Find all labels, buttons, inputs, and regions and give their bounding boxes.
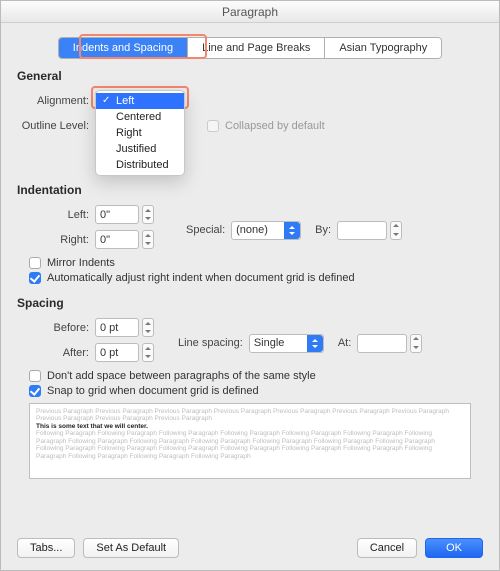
section-indentation-heading: Indentation [17, 183, 483, 197]
at-stepper[interactable] [410, 334, 422, 353]
dialog-footer: Tabs... Set As Default Cancel OK [1, 526, 499, 570]
tabs: Indents and Spacing Line and Page Breaks… [58, 37, 442, 59]
after-input[interactable]: 0 pt [95, 343, 139, 362]
alignment-option-left[interactable]: Left [96, 93, 184, 109]
alignment-dropdown: Left Centered Right Justified Distribute… [95, 90, 185, 176]
preview-following: Following Paragraph Following Paragraph … [36, 430, 464, 460]
collapsed-by-default-label: Collapsed by default [225, 120, 325, 132]
alignment-option-right[interactable]: Right [96, 125, 184, 141]
window-title: Paragraph [222, 5, 278, 19]
tabs-button[interactable]: Tabs... [17, 538, 75, 558]
preview-pane: Previous Paragraph Previous Paragraph Pr… [29, 403, 471, 479]
line-spacing-value: Single [254, 337, 285, 349]
tabs-row: Indents and Spacing Line and Page Breaks… [17, 37, 483, 59]
special-value: (none) [236, 224, 268, 236]
section-general-heading: General [17, 69, 483, 83]
mirror-indents-label: Mirror Indents [47, 257, 115, 269]
before-label: Before: [17, 322, 95, 334]
chevron-up-down-icon [307, 335, 323, 352]
auto-adjust-indent-label: Automatically adjust right indent when d… [47, 272, 355, 284]
cancel-button[interactable]: Cancel [357, 538, 417, 558]
indent-right-label: Right: [17, 234, 95, 246]
snap-to-grid-checkbox[interactable] [29, 385, 41, 397]
special-label: Special: [172, 224, 231, 236]
indent-left-label: Left: [17, 209, 95, 221]
special-select[interactable]: (none) [231, 221, 301, 240]
after-stepper[interactable] [142, 343, 154, 362]
tab-asian-typography[interactable]: Asian Typography [325, 38, 441, 58]
titlebar: Paragraph [1, 1, 499, 23]
by-label: By: [301, 224, 337, 236]
no-space-same-style-checkbox[interactable] [29, 370, 41, 382]
snap-to-grid-label: Snap to grid when document grid is defin… [47, 385, 259, 397]
section-spacing-heading: Spacing [17, 296, 483, 310]
collapsed-by-default-checkbox [207, 120, 219, 132]
mirror-indents-checkbox[interactable] [29, 257, 41, 269]
before-input[interactable]: 0 pt [95, 318, 139, 337]
alignment-option-centered[interactable]: Centered [96, 109, 184, 125]
outline-level-label: Outline Level: [17, 120, 95, 132]
after-label: After: [17, 347, 95, 359]
alignment-option-justified[interactable]: Justified [96, 141, 184, 157]
auto-adjust-indent-checkbox[interactable] [29, 272, 41, 284]
indent-right-input[interactable]: 0" [95, 230, 139, 249]
line-spacing-select[interactable]: Single [249, 334, 324, 353]
indent-left-stepper[interactable] [142, 205, 154, 224]
tab-indents-spacing[interactable]: Indents and Spacing [59, 38, 188, 58]
indent-left-input[interactable]: 0" [95, 205, 139, 224]
before-stepper[interactable] [142, 318, 154, 337]
line-spacing-label: Line spacing: [172, 337, 249, 349]
no-space-same-style-label: Don't add space between paragraphs of th… [47, 370, 316, 382]
set-as-default-button[interactable]: Set As Default [83, 538, 179, 558]
chevron-up-down-icon [284, 222, 300, 239]
ok-button[interactable]: OK [425, 538, 483, 558]
tab-line-page-breaks[interactable]: Line and Page Breaks [188, 38, 325, 58]
paragraph-dialog: Paragraph Indents and Spacing Line and P… [0, 0, 500, 571]
dialog-content: Indents and Spacing Line and Page Breaks… [1, 23, 499, 479]
preview-previous: Previous Paragraph Previous Paragraph Pr… [36, 408, 464, 423]
alignment-option-distributed[interactable]: Distributed [96, 157, 184, 173]
at-label: At: [324, 337, 357, 349]
at-input[interactable] [357, 334, 407, 353]
by-stepper[interactable] [390, 221, 402, 240]
alignment-label: Alignment: [17, 95, 95, 107]
by-input[interactable] [337, 221, 387, 240]
indent-right-stepper[interactable] [142, 230, 154, 249]
preview-sample-text: This is some text that we will center. [36, 423, 464, 430]
